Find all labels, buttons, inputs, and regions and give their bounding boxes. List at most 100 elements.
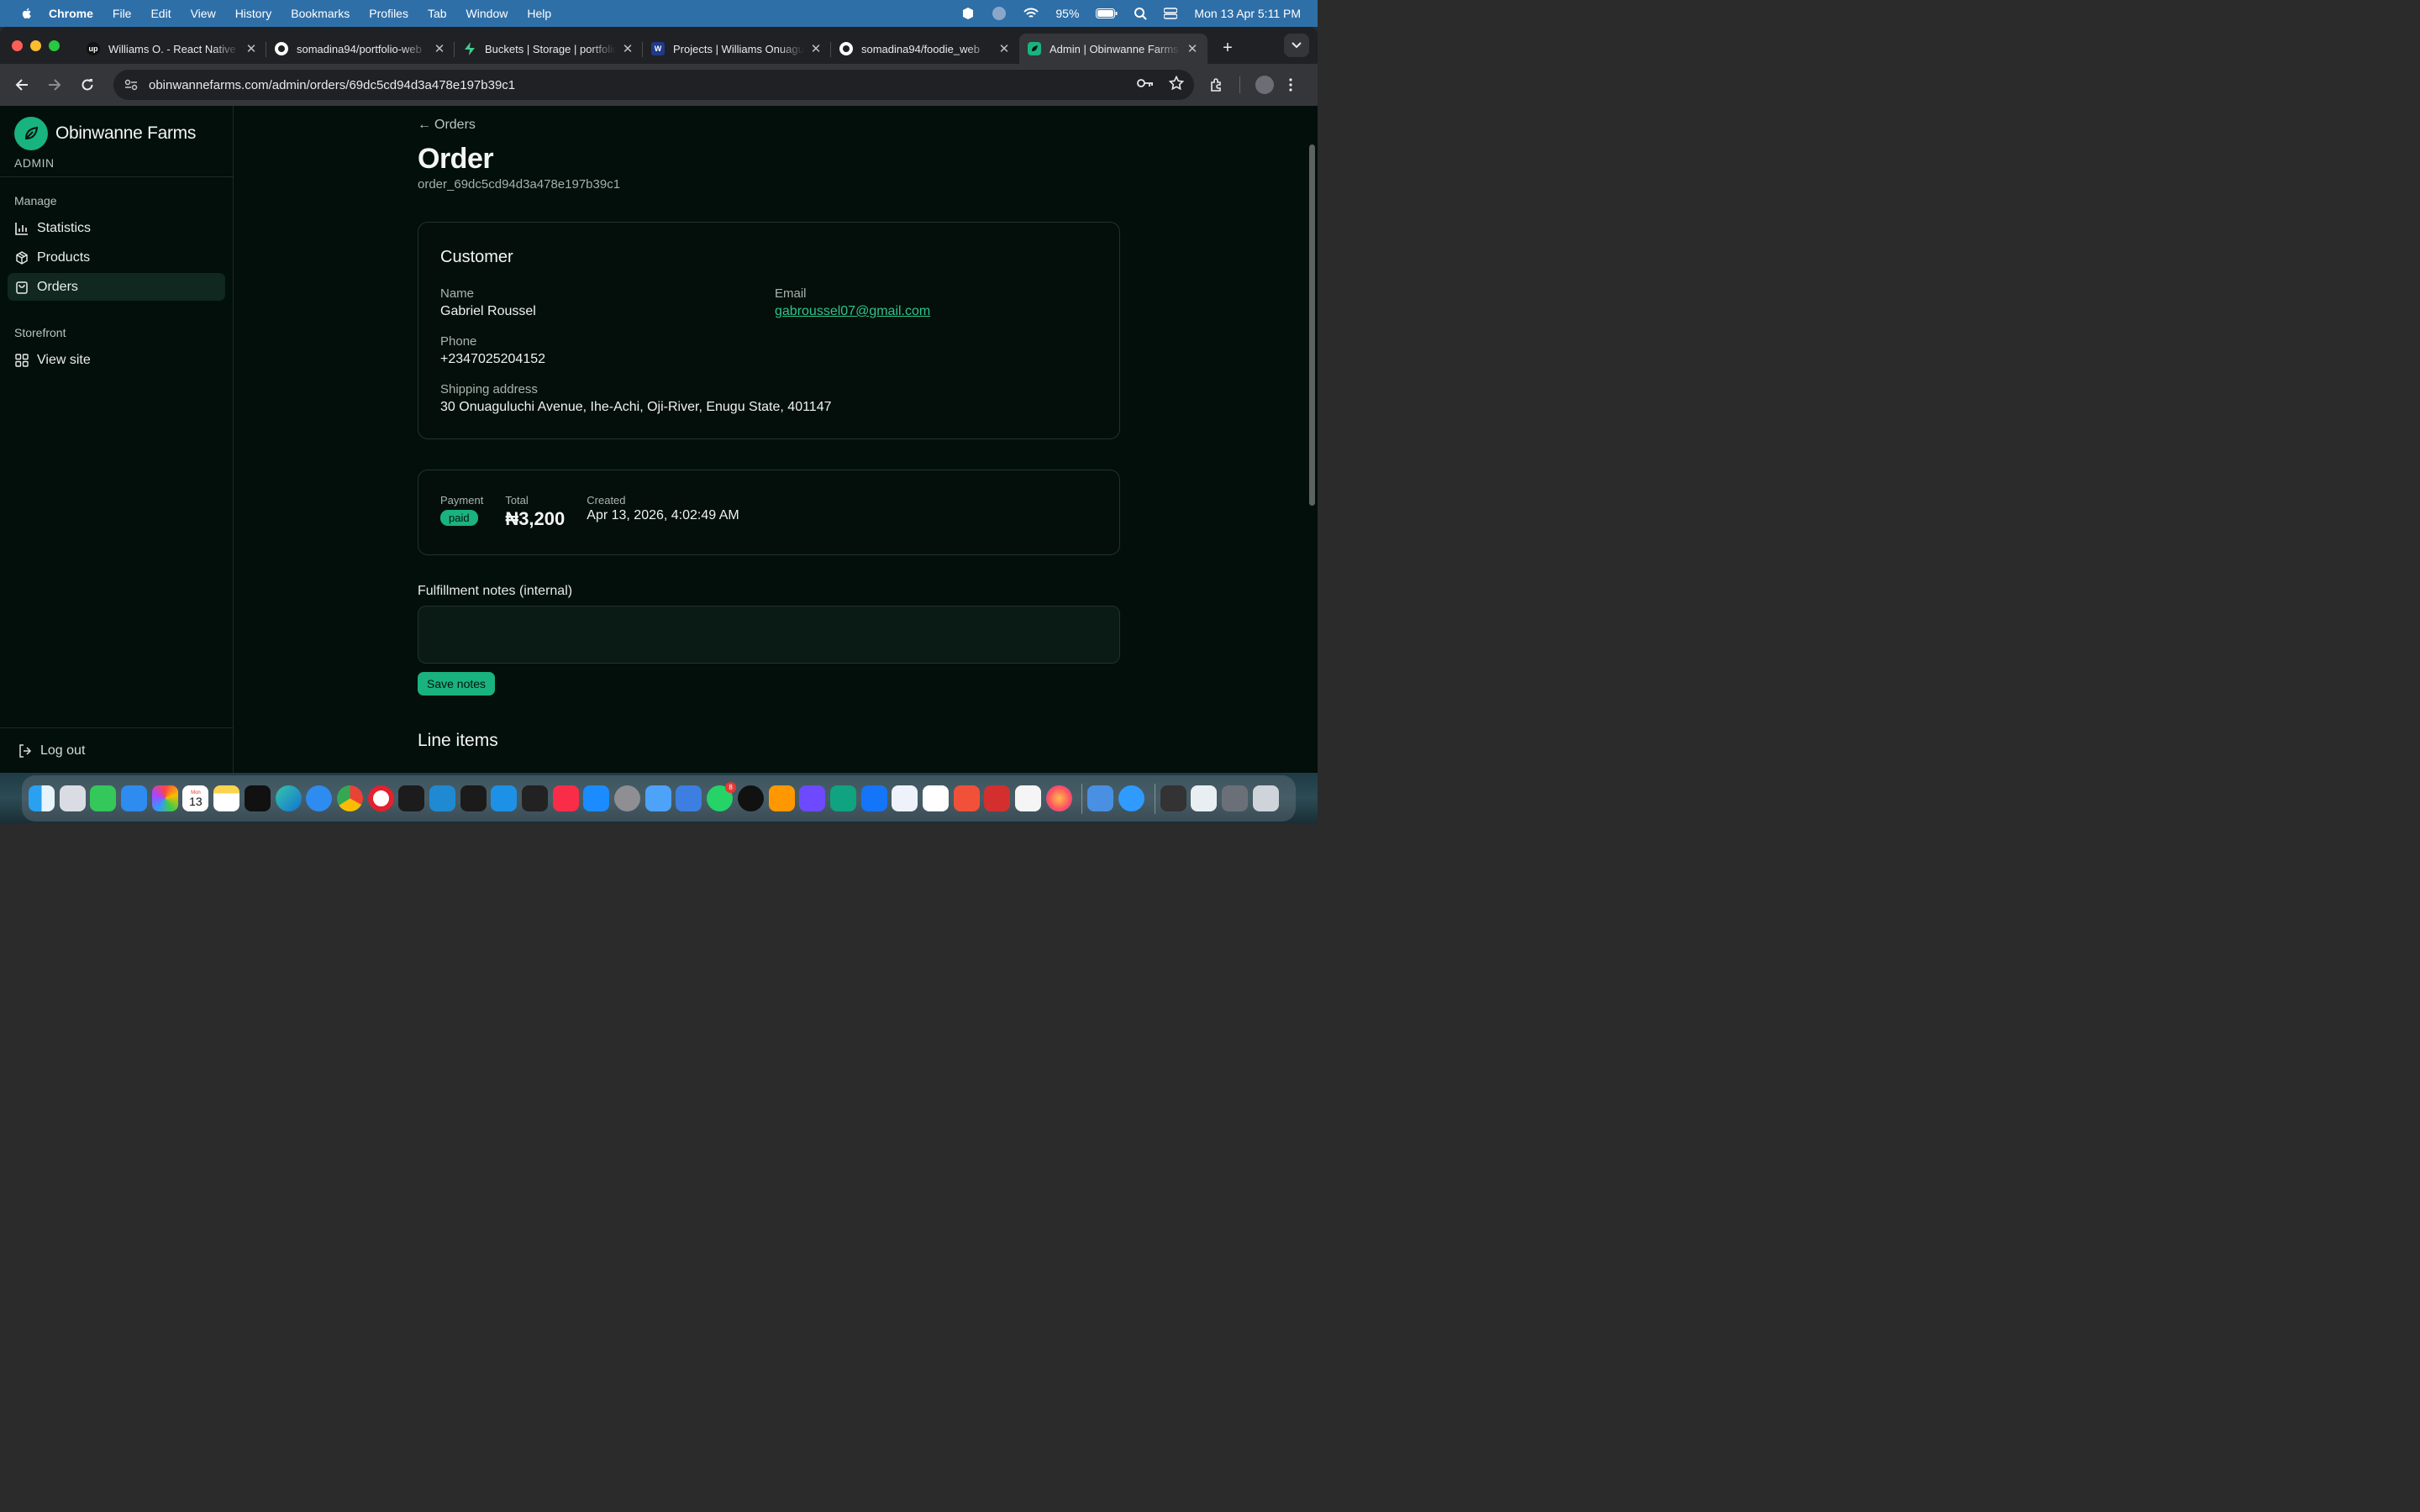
tab-portfolio-github[interactable]: somadina94/portfolio-web ✕ [266,34,455,64]
close-tab-icon[interactable]: ✕ [809,41,823,56]
edge-icon[interactable] [275,785,302,811]
wifi-icon[interactable] [1023,8,1039,19]
reload-icon[interactable] [76,73,99,97]
menu-profiles[interactable]: Profiles [369,7,408,20]
screenshots-stack-icon[interactable] [1222,785,1249,811]
menu-app-name[interactable]: Chrome [49,7,93,20]
simulator-icon[interactable] [676,785,702,811]
menu-tab[interactable]: Tab [428,7,447,20]
menu-file[interactable]: File [113,7,132,20]
tab-search-chevron-icon[interactable] [1284,34,1309,57]
launchpad-icon[interactable] [59,785,86,811]
menu-edit[interactable]: Edit [150,7,171,20]
save-notes-button[interactable]: Save notes [418,672,496,696]
app-store-icon[interactable] [583,785,610,811]
text-edit-icon[interactable] [1015,785,1041,811]
menu-view[interactable]: View [191,7,216,20]
zoom-window-button[interactable] [49,39,60,51]
close-window-button[interactable] [12,39,23,51]
bookmark-star-icon[interactable] [1168,75,1185,95]
terminal-icon[interactable] [460,785,487,811]
xcode-icon[interactable] [860,785,887,811]
archive-utility-icon[interactable] [984,785,1011,811]
opera-icon[interactable] [367,785,394,811]
url-text[interactable]: obinwannefarms.com/admin/orders/69dc5cd9… [149,78,1122,92]
menubar-datetime[interactable]: Mon 13 Apr 5:11 PM [1194,7,1301,20]
menu-help[interactable]: Help [527,7,551,20]
address-bar[interactable]: obinwannefarms.com/admin/orders/69dc5cd9… [113,70,1194,100]
chatgpt-icon[interactable] [829,785,856,811]
minimize-window-button[interactable] [30,39,41,51]
documents-stack-icon[interactable] [1191,785,1218,811]
back-arrow-icon[interactable] [10,73,34,97]
apple-logo-icon[interactable] [20,7,34,20]
page-title: Order [418,143,494,175]
tab-supabase-buckets[interactable]: Buckets | Storage | portfolio ✕ [455,34,643,64]
back-to-orders-link[interactable]: ← Orders [418,118,1120,133]
files-icon[interactable] [644,785,671,811]
preview-icon[interactable] [1087,785,1114,811]
battery-icon[interactable] [1096,8,1118,18]
sidebar-item-products[interactable]: Products [8,244,225,271]
control-center-icon[interactable] [1164,8,1178,19]
close-tab-icon[interactable]: ✕ [245,41,258,56]
site-info-icon[interactable] [124,77,139,92]
more-menu-icon[interactable] [1289,78,1292,92]
tab-admin-active[interactable]: Admin | Obinwanne Farms ✕ [1019,34,1207,64]
music-icon[interactable] [552,785,579,811]
toolbar-actions [1209,76,1292,94]
calendar-icon[interactable]: Mon 13 [182,785,209,811]
close-tab-icon[interactable]: ✕ [621,41,634,56]
customer-email-link[interactable]: gabroussel07@gmail.com [775,304,930,319]
fulfillment-notes-textarea[interactable] [418,606,1120,664]
menu-history[interactable]: History [235,7,272,20]
profile-avatar[interactable] [1255,76,1274,94]
vscode-icon[interactable] [429,785,455,811]
w-logo-icon: W [651,42,665,55]
whatsapp-icon[interactable]: 8 [707,782,737,811]
spotlight-search-icon[interactable] [1134,7,1148,20]
brand[interactable]: Obinwanne Farms [0,106,233,155]
menu-window[interactable]: Window [466,7,508,20]
close-tab-icon[interactable]: ✕ [433,41,446,56]
sidebar-item-statistics[interactable]: Statistics [8,214,225,242]
quicktime-icon[interactable] [1118,785,1145,811]
menu-bookmarks[interactable]: Bookmarks [291,7,350,20]
sublime-icon[interactable] [768,785,795,811]
upwork-status-icon[interactable] [992,6,1007,21]
apple-tv-icon[interactable] [244,785,271,811]
figma-icon[interactable] [522,785,548,811]
tab-foodie-github[interactable]: somadina94/foodie_web ✕ [831,34,1019,64]
page-scrollbar[interactable] [1309,144,1315,506]
extensions-puzzle-icon[interactable] [1209,77,1224,92]
finder-icon[interactable] [29,785,55,811]
package-status-icon[interactable] [961,7,975,20]
downloads-stack-icon[interactable] [1160,785,1186,811]
tab-projects[interactable]: W Projects | Williams Onuaguluchi ✕ [643,34,831,64]
mongodb-icon[interactable] [922,785,949,811]
close-tab-icon[interactable]: ✕ [997,41,1011,56]
sidebar-item-view-site[interactable]: View site [8,346,225,374]
close-tab-icon[interactable]: ✕ [1186,41,1199,56]
messages-icon[interactable] [90,785,117,811]
notes-icon[interactable] [213,785,240,811]
forward-arrow-icon[interactable] [43,73,66,97]
firefox-icon[interactable] [1045,785,1072,811]
logout-button[interactable]: Log out [0,727,233,773]
docker-icon[interactable] [491,785,518,811]
tab-upwork[interactable]: up Williams O. - React Native ✕ [78,34,266,64]
photos-icon[interactable] [151,785,178,811]
safari-icon[interactable] [306,785,333,811]
sidebar-item-orders[interactable]: Orders [8,273,225,301]
instruments-icon[interactable] [892,785,918,811]
proton-vpn-icon[interactable] [799,785,826,811]
swift-icon[interactable] [953,785,980,811]
chrome-icon[interactable] [336,785,363,811]
cursor-icon[interactable] [398,785,425,811]
trash-icon[interactable] [1252,785,1279,811]
password-key-icon[interactable] [1137,77,1154,92]
new-tab-button[interactable]: + [1216,39,1239,58]
system-settings-icon[interactable] [614,785,641,811]
upwork-dock-icon[interactable] [737,785,764,811]
mail-icon[interactable] [121,785,148,811]
